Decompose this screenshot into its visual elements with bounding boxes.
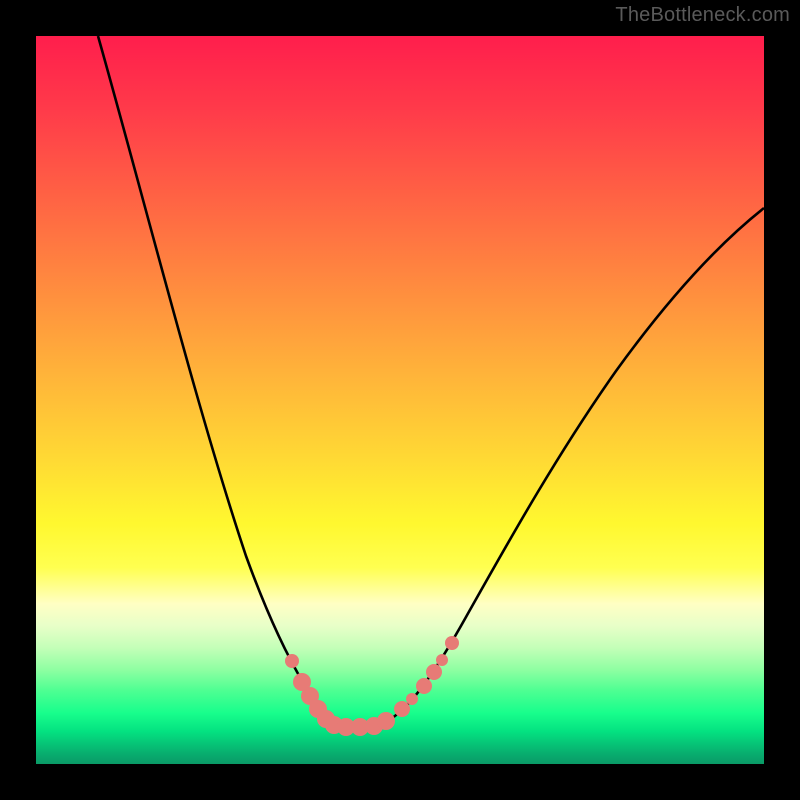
attribution-text: TheBottleneck.com: [615, 4, 790, 27]
chart-frame: TheBottleneck.com: [0, 0, 800, 800]
chart-plot-area: [36, 36, 764, 764]
chart-data-markers: [285, 636, 459, 736]
chart-curve: [98, 36, 764, 727]
chart-svg: [36, 36, 764, 764]
